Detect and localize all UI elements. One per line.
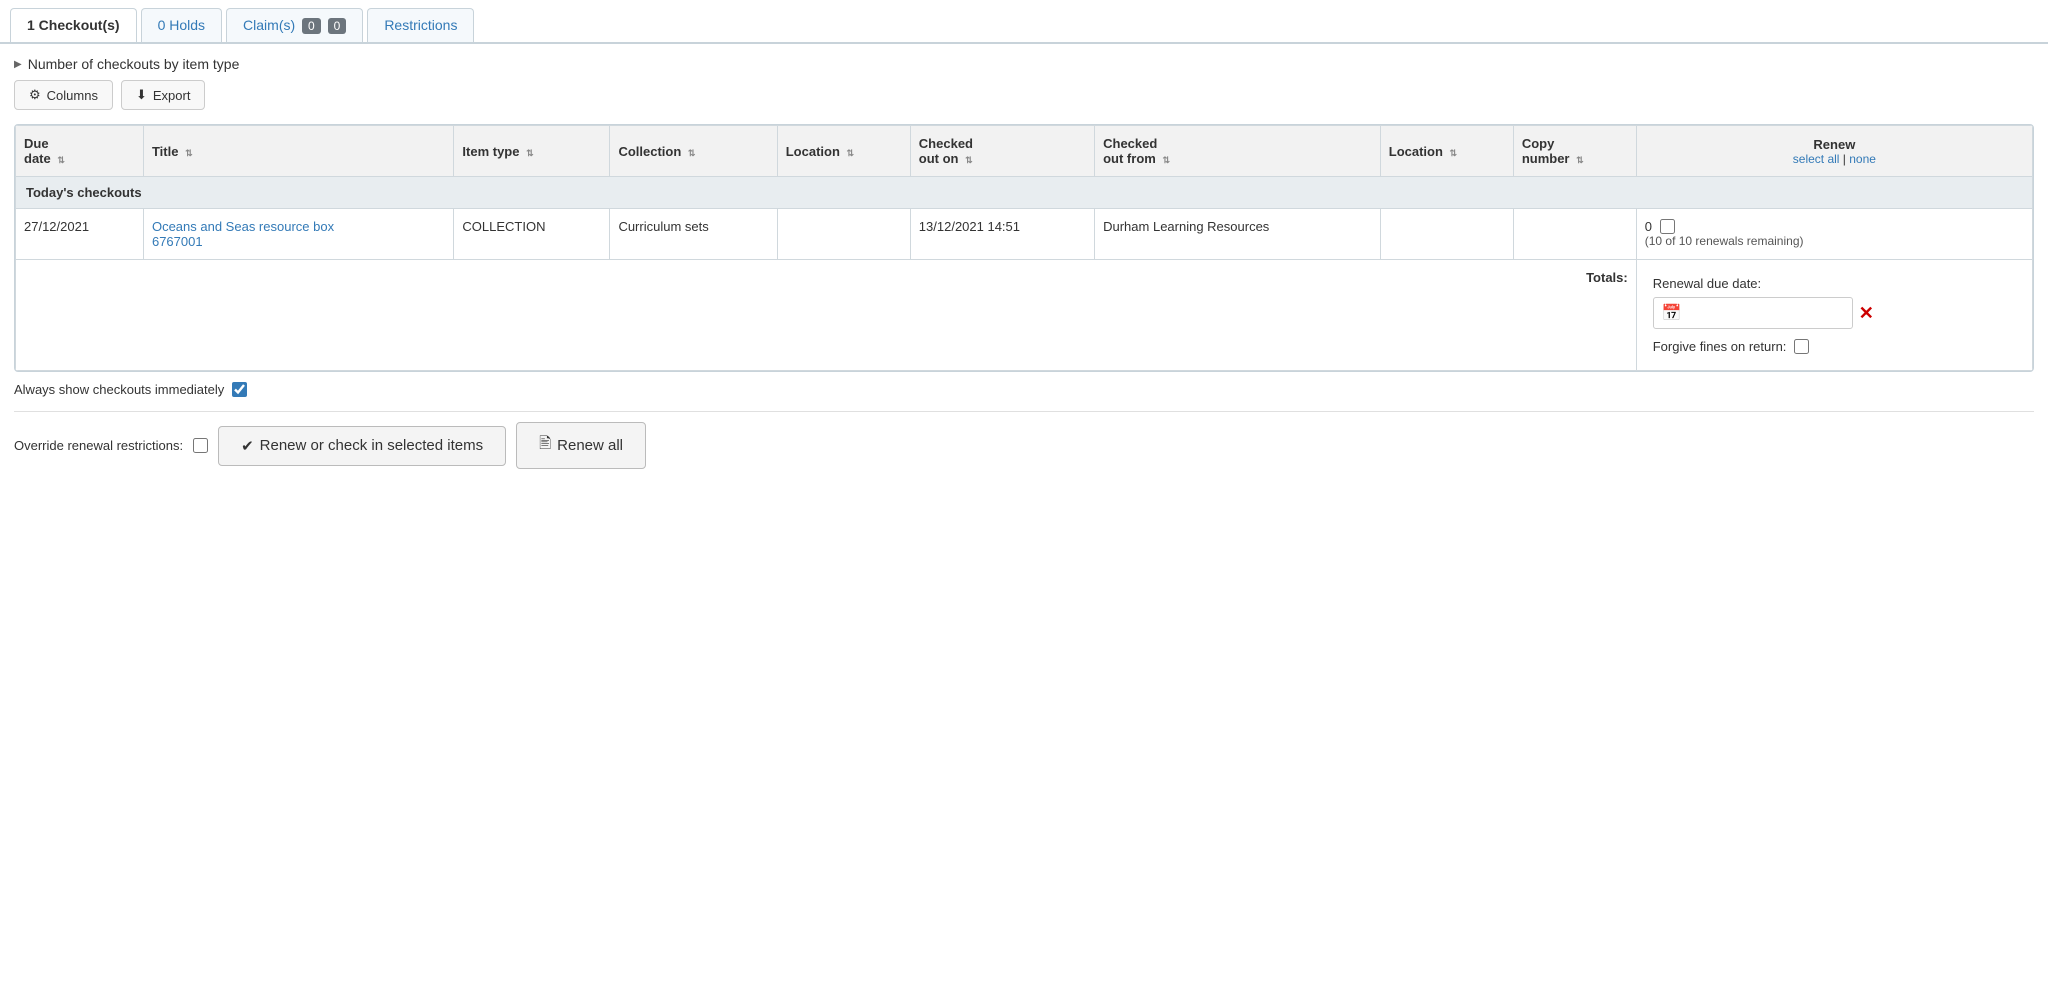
override-checkbox[interactable] [193,438,208,453]
col-copy-number[interactable]: Copynumber ⇅ [1513,126,1636,177]
sort-title-icon: ⇅ [185,148,193,159]
col-checked-out-on[interactable]: Checkedout on ⇅ [910,126,1094,177]
tab-restrictions[interactable]: Restrictions [367,8,474,42]
renew-all-button[interactable]: 🖹 Renew all [516,422,646,469]
col-checked-out-from[interactable]: Checkedout from ⇅ [1095,126,1381,177]
export-button[interactable]: ⬇ Export [121,80,205,110]
col-due-date[interactable]: Duedate ⇅ [16,126,144,177]
totals-label: Totals: [1586,270,1628,285]
totals-row: Totals: Renewal due date: 📅 ✕ [16,260,2033,371]
renew-count: 0 [1645,219,1652,234]
date-input-container: 📅 [1653,297,1853,329]
col-renew: Renew select all | none [1636,126,2032,177]
tab-checkouts[interactable]: 1 Checkout(s) [10,8,137,42]
always-show-checkbox[interactable] [232,382,247,397]
cell-item-type: COLLECTION [454,209,610,260]
cell-location1 [777,209,910,260]
renew-all-icon: 🖹 [539,433,551,458]
cell-location2 [1380,209,1513,260]
col-collection[interactable]: Collection ⇅ [610,126,777,177]
col-title[interactable]: Title ⇅ [143,126,453,177]
forgive-fines-label: Forgive fines on return: [1653,339,1787,354]
title-link[interactable]: Oceans and Seas resource box [152,219,334,234]
always-show-row: Always show checkouts immediately [14,382,2034,397]
renewals-remaining: (10 of 10 renewals remaining) [1645,234,2024,248]
columns-button[interactable]: ⚙ Columns [14,80,113,110]
cell-checked-out-on: 13/12/2021 14:51 [910,209,1094,260]
sort-collection-icon: ⇅ [688,148,696,159]
section-header-row: Today's checkouts [16,177,2033,209]
checkmark-icon: ✔ [241,437,254,455]
renew-selected-button[interactable]: ✔ Renew or check in selected items [218,426,506,466]
cell-title: Oceans and Seas resource box 6767001 [143,209,453,260]
section-header-cell: Today's checkouts [16,177,2033,209]
renew-checkbox[interactable] [1660,219,1675,234]
renewal-due-date-label: Renewal due date: [1653,276,2016,291]
table-row: 27/12/2021 Oceans and Seas resource box … [16,209,2033,260]
claims-badge-2: 0 [328,18,347,34]
tab-claims[interactable]: Claim(s) 0 0 [226,8,363,42]
cell-checked-out-from: Durham Learning Resources [1095,209,1381,260]
collapsible-header[interactable]: ▶ Number of checkouts by item type [14,56,2034,72]
renewal-date-input[interactable] [1686,306,1826,321]
collapsible-label: Number of checkouts by item type [28,56,240,72]
always-show-label: Always show checkouts immediately [14,382,224,397]
checkouts-table-wrapper: Duedate ⇅ Title ⇅ Item type ⇅ Collection… [14,124,2034,372]
main-content: ▶ Number of checkouts by item type ⚙ Col… [0,44,2048,491]
claims-badge-1: 0 [302,18,321,34]
sort-checked-out-from-icon: ⇅ [1162,155,1170,166]
col-location2[interactable]: Location ⇅ [1380,126,1513,177]
calendar-icon[interactable]: 📅 [1662,303,1682,323]
select-none-link[interactable]: none [1849,152,1876,166]
col-location1[interactable]: Location ⇅ [777,126,910,177]
export-icon: ⬇ [136,87,147,103]
sort-copy-number-icon: ⇅ [1576,155,1584,166]
toolbar: ⚙ Columns ⬇ Export [14,80,2034,110]
sort-checked-out-on-icon: ⇅ [965,155,973,166]
sort-item-type-icon: ⇅ [526,148,534,159]
select-all-link[interactable]: select all [1793,152,1840,166]
tab-bar: 1 Checkout(s) 0 Holds Claim(s) 0 0 Restr… [0,0,2048,44]
cell-collection: Curriculum sets [610,209,777,260]
cell-renew: 0 (10 of 10 renewals remaining) [1636,209,2032,260]
col-item-type[interactable]: Item type ⇅ [454,126,610,177]
sort-location2-icon: ⇅ [1450,148,1458,159]
cell-copy-number [1513,209,1636,260]
gear-icon: ⚙ [29,87,41,103]
forgive-fines-checkbox[interactable] [1794,339,1809,354]
checkouts-table: Duedate ⇅ Title ⇅ Item type ⇅ Collection… [15,125,2033,371]
cell-due-date: 27/12/2021 [16,209,144,260]
totals-renewal-cell: Renewal due date: 📅 ✕ Forgive fines on r… [1636,260,2032,371]
sort-due-date-icon: ⇅ [57,155,65,166]
sort-location1-icon: ⇅ [847,148,855,159]
override-label: Override renewal restrictions: [14,438,183,453]
action-bar: Override renewal restrictions: ✔ Renew o… [14,411,2034,479]
tab-holds[interactable]: 0 Holds [141,8,222,42]
collapse-arrow-icon: ▶ [14,59,22,70]
clear-date-button[interactable]: ✕ [1859,303,1874,324]
item-id: 6767001 [152,234,203,249]
